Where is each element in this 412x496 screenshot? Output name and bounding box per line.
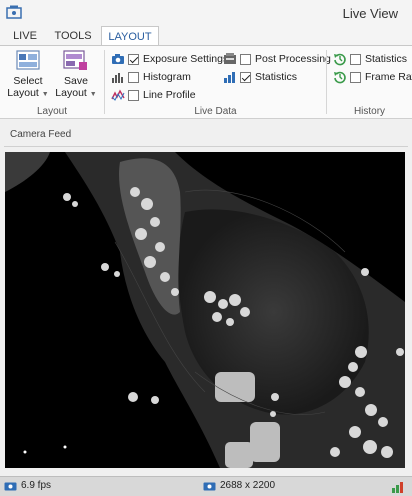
bar-chart-icon xyxy=(224,72,235,83)
option-history-statistics[interactable]: Statistics xyxy=(333,51,407,67)
layout-group-label: Layout xyxy=(36,106,68,117)
history-group: Statistics Frame Rate History xyxy=(327,46,412,119)
history-icon xyxy=(334,71,346,84)
status-bar: 6.9 fps 2688 x 2200 xyxy=(0,476,412,496)
statistics-label: Statistics xyxy=(255,71,298,83)
ribbon: Select Layout ▼ Save Layout ▼ Layout Exp… xyxy=(0,45,412,141)
history-statistics-label: Statistics xyxy=(365,53,408,65)
tab-tools[interactable]: TOOLS xyxy=(50,26,96,46)
option-histogram[interactable]: Histogram xyxy=(111,69,191,85)
histogram-icon xyxy=(112,73,123,83)
history-icon xyxy=(334,53,346,66)
save-layout-label-2: Layout xyxy=(55,87,87,99)
exposure-settings-checkbox[interactable] xyxy=(128,53,139,65)
tab-live[interactable]: LIVE xyxy=(10,26,40,46)
fps-text: 6.9 fps xyxy=(21,480,52,491)
option-statistics[interactable]: Statistics xyxy=(223,69,297,85)
microscopy-image xyxy=(5,152,405,468)
window-title: Live View xyxy=(342,6,398,21)
ribbon-tabs: LIVE TOOLS LAYOUT xyxy=(0,26,412,46)
tab-layout[interactable]: LAYOUT xyxy=(101,26,159,46)
post-processing-label: Post Processing xyxy=(255,53,331,65)
resolution-indicator: 2688 x 2200 xyxy=(203,480,275,491)
histogram-label: Histogram xyxy=(143,71,191,83)
select-layout-label-1: Select xyxy=(13,75,43,87)
line-profile-icon xyxy=(111,89,125,101)
panel-title: Camera Feed xyxy=(10,129,72,140)
camera-icon xyxy=(112,54,124,64)
camera-feed-image[interactable] xyxy=(5,152,405,468)
history-statistics-checkbox[interactable] xyxy=(350,53,361,65)
save-layout-button[interactable]: Save Layout ▼ xyxy=(54,50,98,101)
panel-divider xyxy=(4,146,408,147)
history-group-label: History xyxy=(353,106,386,117)
option-line-profile[interactable]: Line Profile xyxy=(111,87,196,103)
layout-group: Select Layout ▼ Save Layout ▼ Layout xyxy=(0,46,104,119)
history-frame-rate-label: Frame Rate xyxy=(365,71,412,83)
dropdown-arrow-icon: ▼ xyxy=(41,91,49,98)
signal-bars-icon xyxy=(392,482,403,493)
post-processing-checkbox[interactable] xyxy=(240,53,251,65)
select-layout-button[interactable]: Select Layout ▼ xyxy=(6,50,50,101)
line-profile-label: Line Profile xyxy=(143,89,196,101)
statistics-checkbox[interactable] xyxy=(240,71,251,83)
history-frame-rate-checkbox[interactable] xyxy=(350,71,361,83)
option-history-frame-rate[interactable]: Frame Rate xyxy=(333,69,412,85)
save-layout-label-1: Save xyxy=(64,75,88,87)
line-profile-checkbox[interactable] xyxy=(128,89,139,101)
exposure-settings-label: Exposure Settings xyxy=(143,53,229,65)
histogram-checkbox[interactable] xyxy=(128,71,139,83)
title-bar: Live View xyxy=(0,0,412,26)
fps-indicator: 6.9 fps xyxy=(4,480,51,491)
camera-icon xyxy=(203,482,216,491)
camera-icon xyxy=(4,482,17,491)
live-data-group-label: Live Data xyxy=(194,106,237,117)
processing-icon xyxy=(224,53,236,64)
select-layout-label-2: Layout xyxy=(7,87,39,99)
save-layout-icon xyxy=(63,50,87,70)
app-icon xyxy=(6,5,22,19)
select-layout-icon xyxy=(16,50,40,70)
live-data-group: Exposure Settings Histogram Line Profile xyxy=(105,46,331,119)
resolution-text: 2688 x 2200 xyxy=(220,480,276,491)
dropdown-arrow-icon: ▼ xyxy=(89,91,97,98)
option-exposure-settings[interactable]: Exposure Settings xyxy=(111,51,228,67)
option-post-processing[interactable]: Post Processing xyxy=(223,51,331,67)
